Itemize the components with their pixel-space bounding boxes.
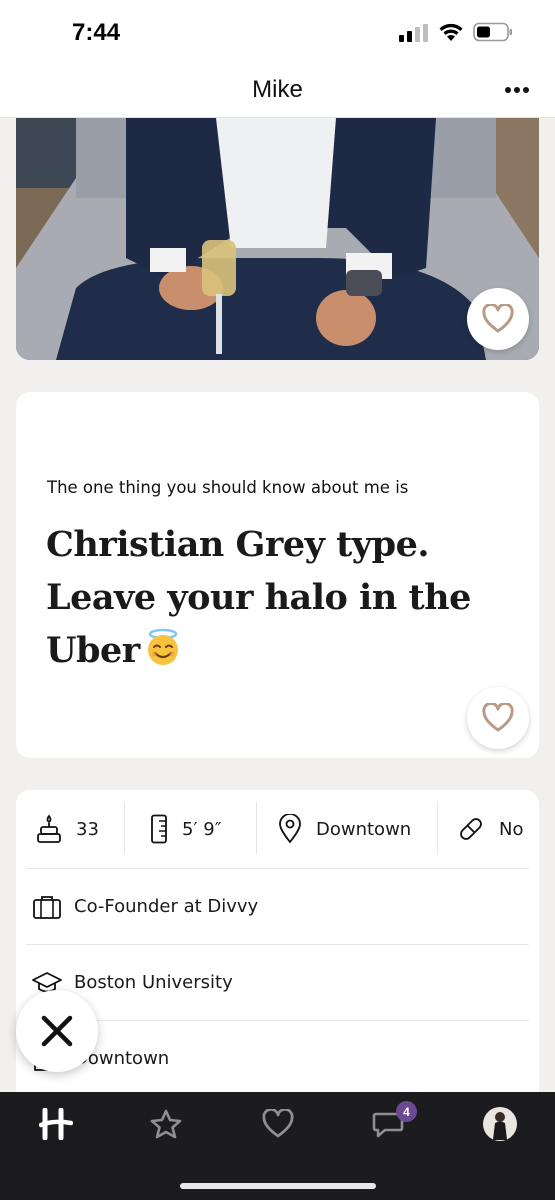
like-photo-button[interactable] <box>467 288 529 350</box>
tab-profile[interactable] <box>480 1104 520 1144</box>
info-row-label: Co-Founder at Divvy <box>74 896 259 917</box>
vital-location: Downtown <box>278 790 411 868</box>
prompt-answer: Christian Grey type. Leave your halo in … <box>46 518 486 677</box>
briefcase-icon <box>32 894 62 920</box>
like-prompt-button[interactable] <box>467 687 529 749</box>
profile-avatar <box>483 1107 517 1141</box>
ruler-icon <box>150 814 168 844</box>
star-icon <box>150 1109 182 1139</box>
prompt-answer-line: Leave your halo in the <box>46 577 471 618</box>
profile-photo-image <box>16 118 539 360</box>
vital-label: No <box>499 818 524 840</box>
home-indicator <box>180 1183 376 1189</box>
status-time: 7:44 <box>72 19 121 46</box>
heart-icon <box>482 703 514 732</box>
info-row-label: Boston University <box>74 972 233 993</box>
vitals-row[interactable]: 33 5′ 9″ Downtown No <box>16 790 539 868</box>
tab-standouts[interactable] <box>146 1104 186 1144</box>
status-bar: 7:44 <box>0 0 555 62</box>
info-row-education: Boston University <box>26 944 529 1020</box>
info-row-hometown: Downtown <box>26 1020 529 1096</box>
more-options-button[interactable] <box>499 76 535 104</box>
profile-header: Mike <box>0 62 555 118</box>
pill-icon <box>457 815 485 843</box>
vital-divider <box>256 802 257 854</box>
smiling-face-with-halo-icon <box>147 628 178 665</box>
dismiss-button[interactable] <box>16 990 98 1072</box>
prompt-card: The one thing you should know about me i… <box>16 392 539 758</box>
vital-divider <box>437 802 438 854</box>
prompt-answer-line: Uber <box>46 630 140 671</box>
vital-age: 33 <box>36 790 99 868</box>
vital-label: Downtown <box>316 818 412 840</box>
prompt-answer-line: Christian Grey type. <box>46 524 430 565</box>
hinge-logo-icon <box>39 1108 73 1140</box>
profile-info-card: 33 5′ 9″ Downtown No Co-Founder at Divvy… <box>16 790 539 1100</box>
profile-photo <box>16 118 539 360</box>
vital-label: 33 <box>76 818 99 840</box>
profile-name-title: Mike <box>252 76 303 103</box>
vital-drugs: No <box>457 790 523 868</box>
cake-icon <box>36 814 62 844</box>
heart-icon <box>482 304 514 333</box>
battery-icon <box>473 22 512 42</box>
info-row-job: Co-Founder at Divvy <box>26 868 529 944</box>
messages-badge: 4 <box>396 1101 417 1122</box>
heart-icon <box>262 1109 294 1138</box>
tab-likes[interactable] <box>258 1104 298 1144</box>
tab-discover[interactable] <box>36 1104 76 1144</box>
location-pin-icon <box>278 814 302 844</box>
vital-height: 5′ 9″ <box>150 790 221 868</box>
prompt-answer-last-line: Uber <box>46 624 486 677</box>
cellular-signal-icon <box>399 24 428 42</box>
prompt-question: The one thing you should know about me i… <box>47 478 409 497</box>
vital-label: 5′ 9″ <box>182 818 222 840</box>
close-icon <box>41 1015 73 1047</box>
more-dots-icon <box>505 87 529 93</box>
vital-divider <box>124 802 125 854</box>
wifi-icon <box>439 23 463 41</box>
